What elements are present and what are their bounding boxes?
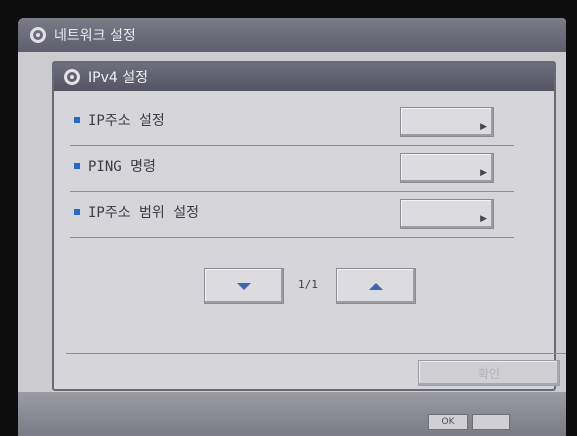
page-down-button[interactable] xyxy=(204,268,284,304)
bullet-icon xyxy=(74,209,80,215)
menu-row-ip-range: IP주소 범위 설정 ▶ xyxy=(70,192,514,238)
menu-row-label: IP주소 범위 설정 xyxy=(88,205,199,221)
status-chip[interactable]: OK xyxy=(428,414,468,430)
menu-row-label: PING 명령 xyxy=(88,159,156,175)
chevron-right-icon: ▶ xyxy=(480,168,487,178)
settings-icon xyxy=(64,69,80,85)
status-bar: OK xyxy=(18,392,566,436)
action-bar: 확인 xyxy=(66,353,566,388)
ok-button[interactable]: 확인 xyxy=(418,360,560,386)
chevron-right-icon: ▶ xyxy=(480,214,487,224)
ip-address-settings-button[interactable]: ▶ xyxy=(400,107,494,137)
menu-row-ping: PING 명령 ▶ xyxy=(70,146,514,192)
chevron-right-icon: ▶ xyxy=(480,122,487,132)
pager: 1/1 xyxy=(204,268,424,306)
page-indicator: 1/1 xyxy=(298,278,318,291)
network-settings-icon xyxy=(30,27,46,43)
window-title: 네트워크 설정 xyxy=(54,28,136,44)
ping-command-button[interactable]: ▶ xyxy=(400,153,494,183)
device-screen: 네트워크 설정 IPv4 설정 IP주소 설정 ▶ PING 명령 ▶ IP주소… xyxy=(18,18,566,436)
bullet-icon xyxy=(74,117,80,123)
arrow-down-icon xyxy=(237,282,251,290)
window-titlebar: 네트워크 설정 xyxy=(18,18,566,52)
page-up-button[interactable] xyxy=(336,268,416,304)
bullet-icon xyxy=(74,163,80,169)
ip-range-settings-button[interactable]: ▶ xyxy=(400,199,494,229)
menu-row-label: IP주소 설정 xyxy=(88,113,165,129)
status-chip-blank[interactable] xyxy=(472,414,510,430)
menu-row-ip-address: IP주소 설정 ▶ xyxy=(70,100,514,146)
arrow-up-icon xyxy=(369,282,383,290)
panel-title: IPv4 설정 xyxy=(88,70,148,86)
panel-titlebar: IPv4 설정 xyxy=(54,63,554,91)
